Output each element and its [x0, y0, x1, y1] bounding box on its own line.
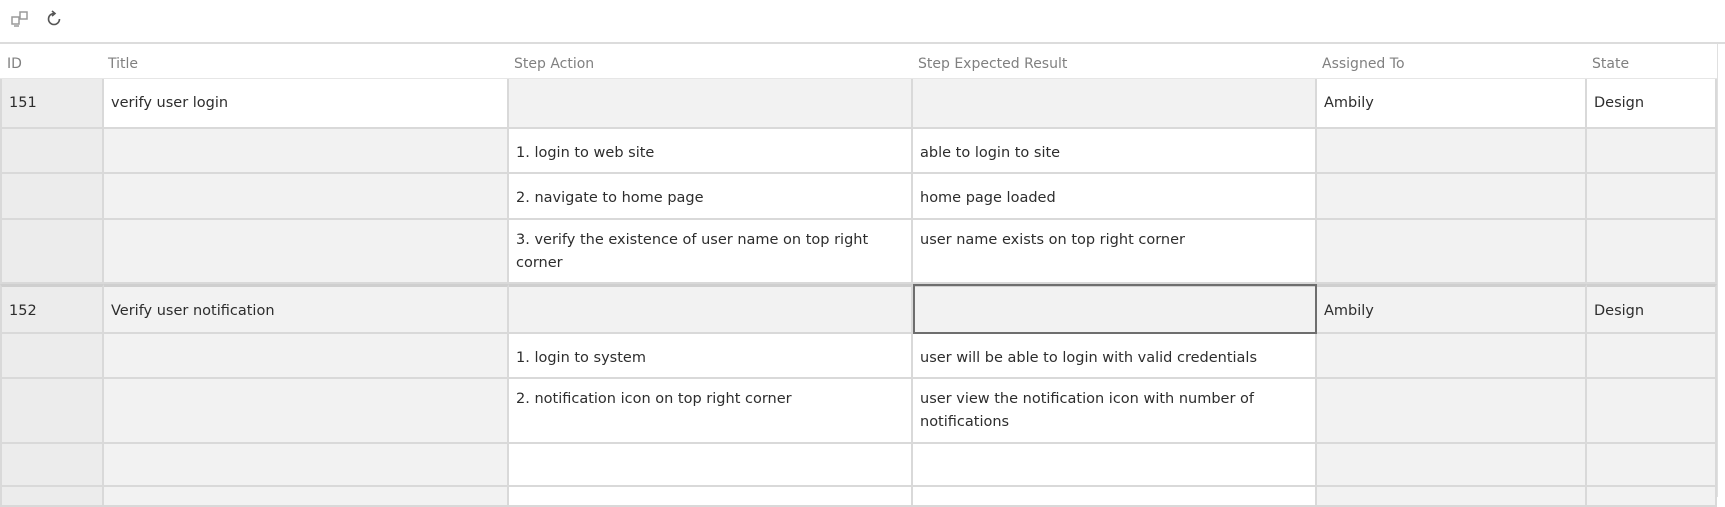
cell-assigned-to[interactable]	[1317, 129, 1587, 174]
cell-state[interactable]	[1587, 129, 1717, 174]
cell-assigned-to[interactable]	[1317, 444, 1587, 487]
table-row[interactable]	[0, 487, 1725, 507]
cell-assigned-to[interactable]: Ambily	[1317, 284, 1587, 334]
cell-step-action[interactable]	[509, 487, 913, 507]
cell-assigned-to[interactable]	[1317, 334, 1587, 379]
cell-step-expected-result-selected[interactable]	[913, 284, 1317, 334]
cell-step-expected-result[interactable]: home page loaded	[913, 174, 1317, 220]
cell-title[interactable]: Verify user notification	[104, 284, 509, 334]
cell-state[interactable]	[1587, 379, 1717, 444]
cell-step-expected-result[interactable]	[913, 487, 1317, 507]
cell-step-action[interactable]: 2. notification icon on top right corner	[509, 379, 913, 444]
cell-id[interactable]	[0, 129, 104, 174]
cell-id[interactable]	[0, 174, 104, 220]
cell-state[interactable]	[1587, 487, 1717, 507]
cell-id[interactable]	[0, 444, 104, 487]
refresh-button[interactable]	[42, 7, 66, 31]
cell-assigned-to[interactable]	[1317, 220, 1587, 284]
cell-step-action[interactable]	[509, 79, 913, 129]
column-header-id[interactable]: ID	[7, 56, 22, 72]
column-header-assigned-to[interactable]: Assigned To	[1322, 56, 1405, 72]
cell-assigned-to[interactable]	[1317, 174, 1587, 220]
column-header-step-action[interactable]: Step Action	[514, 56, 594, 72]
cell-step-action[interactable]	[509, 444, 913, 487]
cell-state[interactable]	[1587, 174, 1717, 220]
cell-step-expected-result[interactable]: user name exists on top right corner	[913, 220, 1317, 284]
cell-step-expected-result[interactable]	[913, 79, 1317, 129]
open-in-queries-icon	[11, 10, 29, 28]
cell-step-action[interactable]: 3. verify the existence of user name on …	[509, 220, 913, 284]
cell-state[interactable]: Design	[1587, 284, 1717, 334]
grid-header: ID Title Step Action Step Expected Resul…	[0, 44, 1725, 79]
cell-title[interactable]	[104, 334, 509, 379]
test-steps-grid: 151 verify user login Ambily Design 1. l…	[0, 79, 1725, 507]
cell-step-expected-result[interactable]: user will be able to login with valid cr…	[913, 334, 1317, 379]
cell-title[interactable]	[104, 174, 509, 220]
cell-title[interactable]	[104, 379, 509, 444]
cell-title[interactable]	[104, 220, 509, 284]
table-row[interactable]: 2. notification icon on top right corner…	[0, 379, 1725, 444]
table-row[interactable]: 1. login to web site able to login to si…	[0, 129, 1725, 174]
cell-assigned-to[interactable]	[1317, 487, 1587, 507]
cell-id[interactable]	[0, 220, 104, 284]
cell-state[interactable]	[1587, 444, 1717, 487]
table-row[interactable]	[0, 444, 1725, 487]
cell-title[interactable]	[104, 487, 509, 507]
vertical-scrollbar[interactable]	[1717, 44, 1725, 497]
cell-step-action[interactable]: 1. login to system	[509, 334, 913, 379]
table-row[interactable]: 151 verify user login Ambily Design	[0, 79, 1725, 129]
cell-id[interactable]	[0, 334, 104, 379]
cell-step-expected-result[interactable]	[913, 444, 1317, 487]
table-row[interactable]: 1. login to system user will be able to …	[0, 334, 1725, 379]
cell-step-expected-result[interactable]: able to login to site	[913, 129, 1317, 174]
cell-title[interactable]	[104, 444, 509, 487]
cell-step-expected-result[interactable]: user view the notification icon with num…	[913, 379, 1317, 444]
open-in-queries-button[interactable]	[8, 7, 32, 31]
cell-assigned-to[interactable]: Ambily	[1317, 79, 1587, 129]
cell-id[interactable]	[0, 379, 104, 444]
cell-state[interactable]	[1587, 334, 1717, 379]
column-header-title[interactable]: Title	[108, 56, 138, 72]
table-row[interactable]: 152 Verify user notification Ambily Desi…	[0, 284, 1725, 334]
cell-title[interactable]: verify user login	[104, 79, 509, 129]
cell-assigned-to[interactable]	[1317, 379, 1587, 444]
cell-id[interactable]	[0, 487, 104, 507]
column-header-state[interactable]: State	[1592, 56, 1629, 72]
cell-step-action[interactable]	[509, 284, 913, 334]
cell-state[interactable]	[1587, 220, 1717, 284]
cell-step-action[interactable]: 2. navigate to home page	[509, 174, 913, 220]
cell-title[interactable]	[104, 129, 509, 174]
grid-toolbar	[0, 0, 1725, 42]
table-row[interactable]: 2. navigate to home page home page loade…	[0, 174, 1725, 220]
cell-step-action[interactable]: 1. login to web site	[509, 129, 913, 174]
cell-id[interactable]: 151	[0, 79, 104, 129]
column-header-step-expected-result[interactable]: Step Expected Result	[918, 56, 1067, 72]
cell-state[interactable]: Design	[1587, 79, 1717, 129]
cell-id[interactable]: 152	[0, 284, 104, 334]
table-row[interactable]: 3. verify the existence of user name on …	[0, 220, 1725, 284]
refresh-icon	[44, 9, 64, 29]
